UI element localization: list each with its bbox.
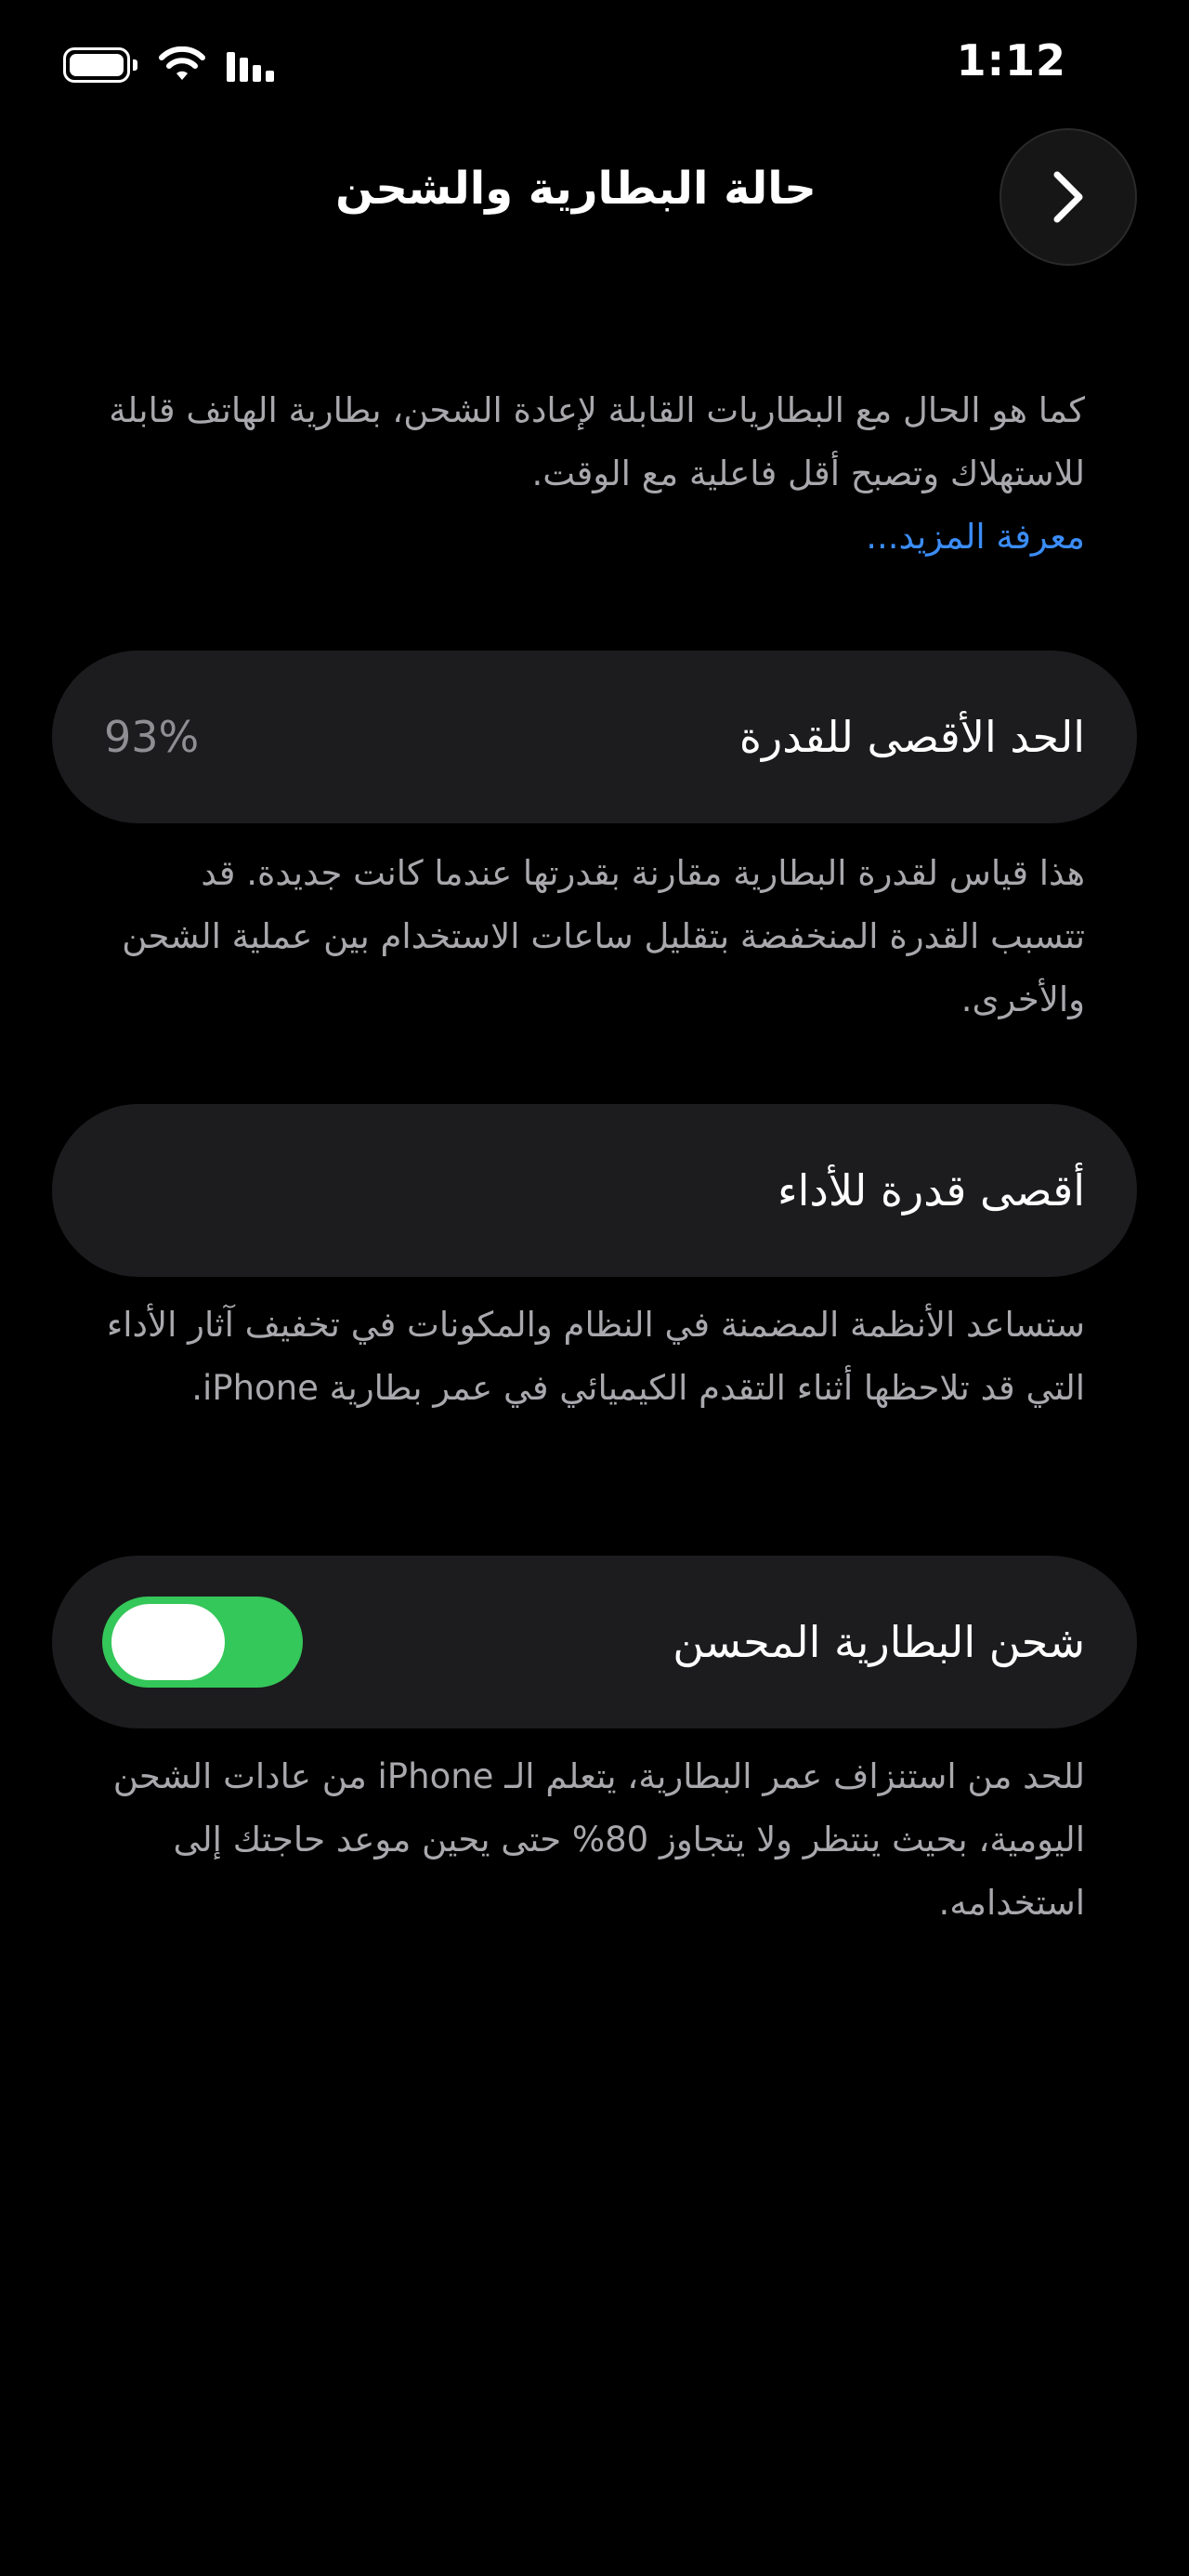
intro-text: كما هو الحال مع البطاريات القابلة لإعادة… (109, 390, 1085, 493)
max-capacity-row: الحد الأقصى للقدرة 93% (52, 651, 1137, 823)
chevron-right-icon (1053, 171, 1083, 223)
max-capacity-description: هذا قياس لقدرة البطارية مقارنة بقدرتها ع… (122, 853, 1085, 1019)
wifi-icon (159, 46, 205, 80)
peak-performance-row: أقصى قدرة للأداء (52, 1104, 1137, 1277)
intro-section: كما هو الحال مع البطاريات القابلة لإعادة… (100, 379, 1085, 569)
status-time: 1:12 (956, 35, 1066, 85)
optimized-charging-toggle[interactable] (102, 1597, 303, 1688)
toggle-knob (111, 1604, 225, 1680)
back-button[interactable] (1000, 128, 1137, 266)
learn-more-link[interactable]: معرفة المزيد... (100, 506, 1085, 569)
max-capacity-label: الحد الأقصى للقدرة (738, 712, 1085, 762)
optimized-charging-description: للحد من استنزاف عمر البطارية، يتعلم الـ … (112, 1756, 1085, 1923)
status-bar: 1:12 (0, 0, 1189, 130)
max-capacity-value: 93% (104, 712, 200, 762)
optimized-charging-row: شحن البطارية المحسن (52, 1556, 1137, 1728)
status-icons (63, 45, 279, 85)
battery-icon (63, 47, 137, 83)
peak-performance-label: أقصى قدرة للأداء (777, 1165, 1085, 1216)
optimized-charging-label: شحن البطارية المحسن (673, 1617, 1085, 1667)
peak-performance-description: ستساعد الأنظمة المضمنة في النظام والمكون… (106, 1305, 1085, 1408)
cellular-signal-icon (227, 48, 279, 82)
